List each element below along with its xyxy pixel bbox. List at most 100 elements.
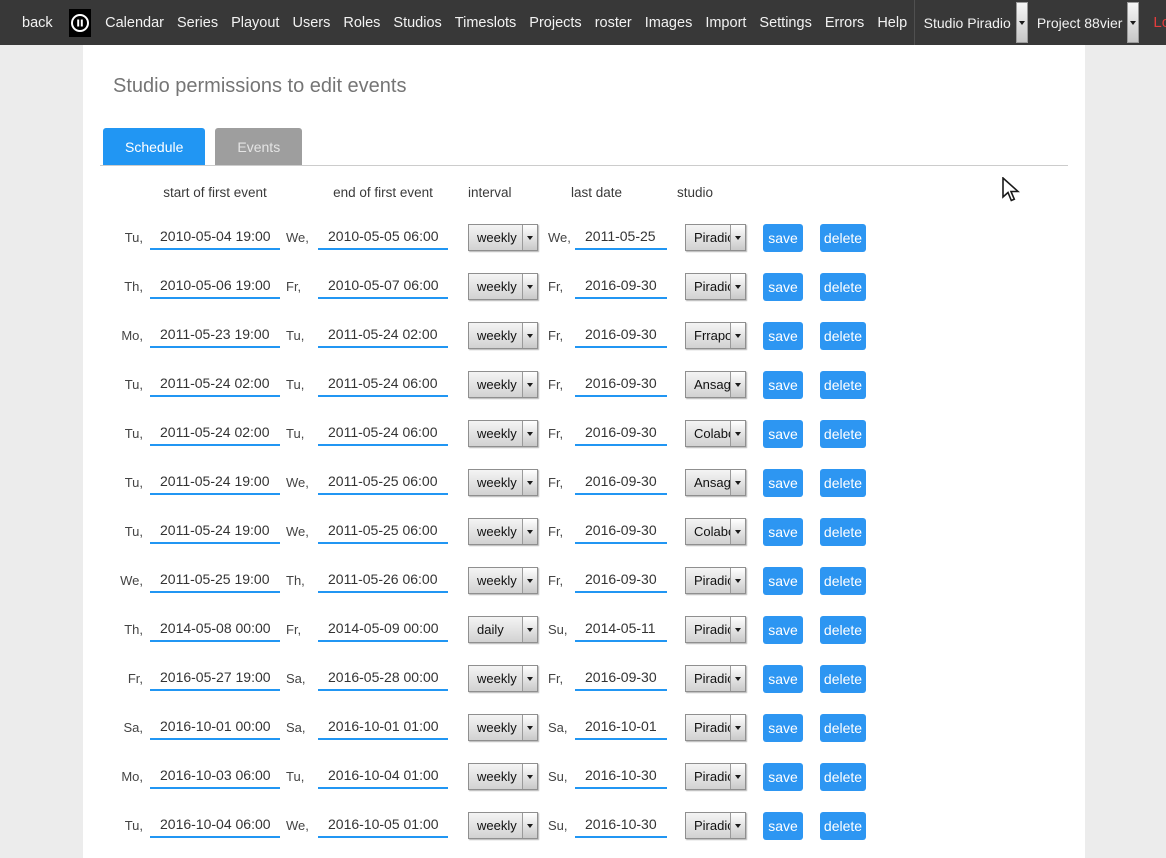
- nav-item-errors[interactable]: Errors: [818, 15, 870, 31]
- studio-select-arrow-button[interactable]: [730, 372, 745, 397]
- save-button[interactable]: save: [763, 322, 803, 350]
- end-datetime-input[interactable]: [318, 470, 448, 495]
- interval-select[interactable]: weekly: [468, 224, 538, 251]
- studio-select[interactable]: Piradio: [685, 616, 746, 643]
- logout-link[interactable]: Logout: [1139, 14, 1166, 31]
- end-datetime-input[interactable]: [318, 813, 448, 838]
- studio-select-arrow-button[interactable]: [730, 274, 745, 299]
- studio-select[interactable]: Colabo: [685, 420, 746, 447]
- save-button[interactable]: save: [763, 665, 803, 693]
- interval-select-arrow-button[interactable]: [522, 274, 537, 299]
- save-button[interactable]: save: [763, 420, 803, 448]
- studio-select-arrow-button[interactable]: [730, 519, 745, 544]
- last-date-input[interactable]: [575, 715, 667, 740]
- interval-select-arrow-button[interactable]: [522, 568, 537, 593]
- studio-select-arrow-button[interactable]: [730, 470, 745, 495]
- save-button[interactable]: save: [763, 273, 803, 301]
- save-button[interactable]: save: [763, 567, 803, 595]
- studio-select[interactable]: Ansage: [685, 371, 746, 398]
- interval-select-arrow-button[interactable]: [522, 323, 537, 348]
- studio-select[interactable]: Piradio: [685, 812, 746, 839]
- studio-select[interactable]: Ansage: [685, 469, 746, 496]
- interval-select[interactable]: weekly: [468, 273, 538, 300]
- nav-item-users[interactable]: Users: [286, 15, 337, 31]
- interval-select[interactable]: weekly: [468, 714, 538, 741]
- end-datetime-input[interactable]: [318, 274, 448, 299]
- nav-item-projects[interactable]: Projects: [523, 15, 588, 31]
- studio-select-arrow-button[interactable]: [730, 225, 745, 250]
- studio-select-arrow-button[interactable]: [730, 617, 745, 642]
- save-button[interactable]: save: [763, 469, 803, 497]
- end-datetime-input[interactable]: [318, 715, 448, 740]
- interval-select-arrow-button[interactable]: [522, 470, 537, 495]
- last-date-input[interactable]: [575, 372, 667, 397]
- end-datetime-input[interactable]: [318, 323, 448, 348]
- start-datetime-input[interactable]: [150, 372, 280, 397]
- studio-select-arrow-button[interactable]: [730, 764, 745, 789]
- back-link[interactable]: back: [16, 15, 59, 31]
- interval-select[interactable]: weekly: [468, 812, 538, 839]
- studio-select-arrow-button[interactable]: [730, 568, 745, 593]
- save-button[interactable]: save: [763, 371, 803, 399]
- start-datetime-input[interactable]: [150, 813, 280, 838]
- delete-button[interactable]: delete: [820, 714, 866, 742]
- delete-button[interactable]: delete: [820, 763, 866, 791]
- studio-select[interactable]: Piradio: [685, 224, 746, 251]
- studio-select-arrow-button[interactable]: [730, 666, 745, 691]
- start-datetime-input[interactable]: [150, 421, 280, 446]
- nav-item-roles[interactable]: Roles: [337, 15, 387, 31]
- end-datetime-input[interactable]: [318, 421, 448, 446]
- interval-select-arrow-button[interactable]: [522, 372, 537, 397]
- interval-select[interactable]: weekly: [468, 567, 538, 594]
- save-button[interactable]: save: [763, 224, 803, 252]
- interval-select-arrow-button[interactable]: [522, 519, 537, 544]
- last-date-input[interactable]: [575, 617, 667, 642]
- delete-button[interactable]: delete: [820, 616, 866, 644]
- interval-select-arrow-button[interactable]: [522, 666, 537, 691]
- end-datetime-input[interactable]: [318, 666, 448, 691]
- end-datetime-input[interactable]: [318, 519, 448, 544]
- save-button[interactable]: save: [763, 714, 803, 742]
- save-button[interactable]: save: [763, 812, 803, 840]
- interval-select-arrow-button[interactable]: [522, 225, 537, 250]
- last-date-input[interactable]: [575, 813, 667, 838]
- tab-events[interactable]: Events: [215, 128, 302, 165]
- last-date-input[interactable]: [575, 470, 667, 495]
- nav-item-settings[interactable]: Settings: [753, 15, 818, 31]
- last-date-input[interactable]: [575, 225, 667, 250]
- start-datetime-input[interactable]: [150, 568, 280, 593]
- start-datetime-input[interactable]: [150, 715, 280, 740]
- end-datetime-input[interactable]: [318, 568, 448, 593]
- studio-select[interactable]: Piradio: [685, 273, 746, 300]
- studio-select[interactable]: Piradio: [685, 763, 746, 790]
- save-button[interactable]: save: [763, 518, 803, 546]
- start-datetime-input[interactable]: [150, 323, 280, 348]
- interval-select-arrow-button[interactable]: [522, 421, 537, 446]
- tab-schedule[interactable]: Schedule: [103, 128, 205, 165]
- delete-button[interactable]: delete: [820, 322, 866, 350]
- delete-button[interactable]: delete: [820, 224, 866, 252]
- studio-select-arrow-button[interactable]: [730, 323, 745, 348]
- interval-select[interactable]: weekly: [468, 469, 538, 496]
- last-date-input[interactable]: [575, 274, 667, 299]
- studio-select-arrow-button[interactable]: [730, 715, 745, 740]
- studio-select-arrow-button[interactable]: [730, 813, 745, 838]
- last-date-input[interactable]: [575, 764, 667, 789]
- studio-select-arrow-button[interactable]: [730, 421, 745, 446]
- last-date-input[interactable]: [575, 568, 667, 593]
- nav-item-import[interactable]: Import: [699, 15, 753, 31]
- interval-select-arrow-button[interactable]: [522, 715, 537, 740]
- nav-item-help[interactable]: Help: [871, 15, 914, 31]
- end-datetime-input[interactable]: [318, 617, 448, 642]
- last-date-input[interactable]: [575, 519, 667, 544]
- interval-select[interactable]: daily: [468, 616, 538, 643]
- last-date-input[interactable]: [575, 666, 667, 691]
- interval-select[interactable]: weekly: [468, 763, 538, 790]
- interval-select[interactable]: weekly: [468, 322, 538, 349]
- start-datetime-input[interactable]: [150, 274, 280, 299]
- delete-button[interactable]: delete: [820, 567, 866, 595]
- delete-button[interactable]: delete: [820, 469, 866, 497]
- delete-button[interactable]: delete: [820, 273, 866, 301]
- end-datetime-input[interactable]: [318, 225, 448, 250]
- interval-select-arrow-button[interactable]: [522, 617, 537, 642]
